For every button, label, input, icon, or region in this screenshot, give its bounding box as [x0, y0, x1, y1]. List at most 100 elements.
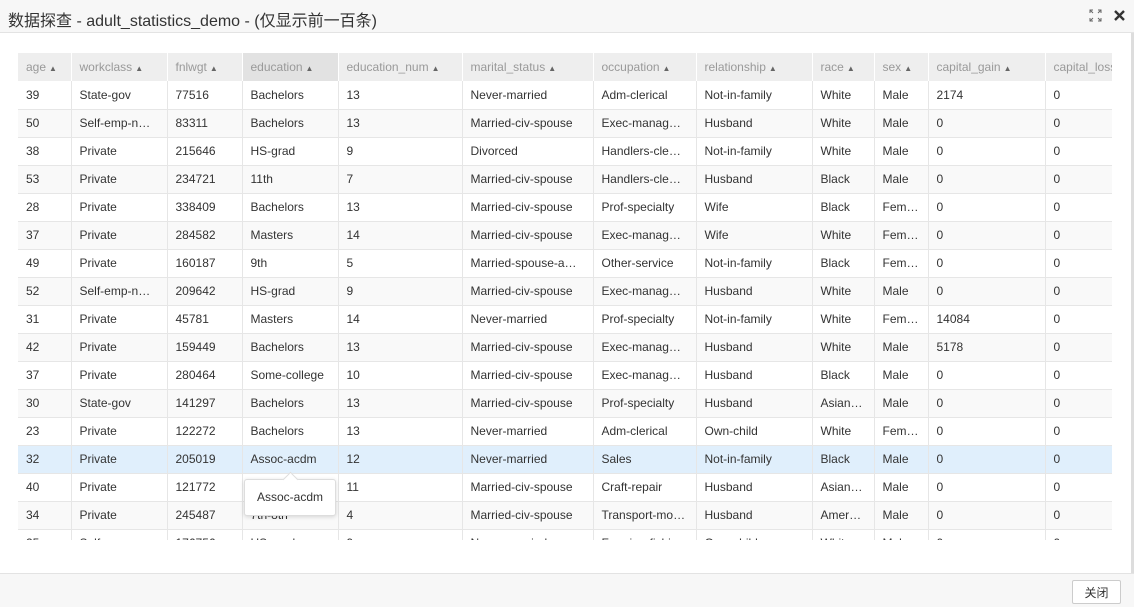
cell-workclass[interactable]: State-gov — [71, 81, 168, 110]
cell-fnlwgt[interactable]: 215646 — [167, 137, 243, 166]
cell-relationship[interactable]: Not-in-family — [696, 249, 813, 278]
cell-education-num[interactable]: 13 — [338, 81, 463, 110]
cell-sex[interactable]: Male — [874, 361, 929, 390]
cell-fnlwgt[interactable]: 280464 — [167, 361, 243, 390]
cell-education[interactable]: 11th — [242, 165, 339, 194]
cell-capital-loss[interactable]: 0 — [1045, 333, 1112, 362]
cell-capital-gain[interactable]: 2174 — [928, 81, 1046, 110]
cell-workclass[interactable]: Private — [71, 137, 168, 166]
cell-occupation[interactable]: Adm-clerical — [593, 81, 697, 110]
cell-marital-status[interactable]: Never-married — [462, 529, 594, 540]
cell-occupation[interactable]: Exec-manag… — [593, 333, 697, 362]
cell-relationship[interactable]: Husband — [696, 473, 813, 502]
cell-occupation[interactable]: Handlers-cle… — [593, 137, 697, 166]
cell-education-num[interactable]: 11 — [338, 473, 463, 502]
cell-marital-status[interactable]: Married-spouse-a… — [462, 249, 594, 278]
cell-workclass[interactable]: Private — [71, 305, 168, 334]
cell-relationship[interactable]: Own-child — [696, 529, 813, 540]
cell-marital-status[interactable]: Never-married — [462, 305, 594, 334]
cell-relationship[interactable]: Husband — [696, 389, 813, 418]
cell-occupation[interactable]: Prof-specialty — [593, 389, 697, 418]
cell-relationship[interactable]: Wife — [696, 221, 813, 250]
cell-capital-gain[interactable]: 0 — [928, 109, 1046, 138]
cell-occupation[interactable]: Transport-mo… — [593, 501, 697, 530]
cell-education[interactable]: Bachelors — [242, 81, 339, 110]
cell-education-num[interactable]: 12 — [338, 445, 463, 474]
cell-capital-gain[interactable]: 5178 — [928, 333, 1046, 362]
cell-education-num[interactable]: 10 — [338, 361, 463, 390]
cell-relationship[interactable]: Not-in-family — [696, 81, 813, 110]
cell-relationship[interactable]: Not-in-family — [696, 445, 813, 474]
cell-occupation[interactable]: Exec-manag… — [593, 361, 697, 390]
table-row[interactable]: 37 Private 280464 Some-college 10 Married-civ… — [18, 361, 1112, 390]
cell-capital-loss[interactable]: 0 — [1045, 221, 1112, 250]
cell-workclass[interactable]: Private — [71, 333, 168, 362]
cell-age[interactable]: 25 — [18, 529, 72, 540]
cell-age[interactable]: 37 — [18, 361, 72, 390]
cell-capital-loss[interactable]: 0 — [1045, 529, 1112, 540]
cell-occupation[interactable]: Prof-specialty — [593, 305, 697, 334]
cell-age[interactable]: 30 — [18, 389, 72, 418]
table-row[interactable]: 39 State-gov 77516 Bachelors 13 Never-married… — [18, 81, 1112, 110]
cell-occupation[interactable]: Handlers-cle… — [593, 165, 697, 194]
cell-education-num[interactable]: 14 — [338, 305, 463, 334]
cell-age[interactable]: 31 — [18, 305, 72, 334]
cell-fnlwgt[interactable]: 83311 — [167, 109, 243, 138]
cell-education-num[interactable]: 13 — [338, 417, 463, 446]
cell-capital-loss[interactable]: 0 — [1045, 361, 1112, 390]
table-row[interactable]: 37 Private 284582 Masters 14 Married-civ-spou… — [18, 221, 1112, 250]
cell-age[interactable]: 49 — [18, 249, 72, 278]
cell-sex[interactable]: Fem… — [874, 193, 929, 222]
cell-marital-status[interactable]: Never-married — [462, 417, 594, 446]
cell-relationship[interactable]: Wife — [696, 193, 813, 222]
cell-race[interactable]: Black — [812, 445, 875, 474]
table-row[interactable]: 28 Private 338409 Bachelors 13 Married-civ-sp… — [18, 193, 1112, 222]
cell-education-num[interactable]: 14 — [338, 221, 463, 250]
cell-fnlwgt[interactable]: 176756 — [167, 529, 243, 540]
close-icon[interactable] — [1112, 8, 1126, 22]
column-header-occupation[interactable]: occupation ▲ — [593, 53, 697, 81]
cell-capital-loss[interactable]: 0 — [1045, 501, 1112, 530]
cell-capital-gain[interactable]: 0 — [928, 221, 1046, 250]
cell-capital-gain[interactable]: 0 — [928, 417, 1046, 446]
cell-education[interactable]: Bachelors — [242, 333, 339, 362]
cell-education[interactable]: Bachelors — [242, 193, 339, 222]
cell-relationship[interactable]: Husband — [696, 333, 813, 362]
cell-sex[interactable]: Fem… — [874, 221, 929, 250]
cell-education[interactable]: Bachelors — [242, 417, 339, 446]
cell-capital-gain[interactable]: 0 — [928, 361, 1046, 390]
cell-sex[interactable]: Male — [874, 137, 929, 166]
cell-race[interactable]: White — [812, 137, 875, 166]
cell-education[interactable]: Some-college — [242, 361, 339, 390]
cell-workclass[interactable]: Private — [71, 473, 168, 502]
cell-education-num[interactable]: 7 — [338, 165, 463, 194]
cell-relationship[interactable]: Not-in-family — [696, 305, 813, 334]
cell-relationship[interactable]: Not-in-family — [696, 137, 813, 166]
cell-fnlwgt[interactable]: 141297 — [167, 389, 243, 418]
table-row[interactable]: 34Private2454877th-8th4Married-civ-spous… — [18, 501, 1112, 530]
cell-fnlwgt[interactable]: 160187 — [167, 249, 243, 278]
cell-capital-gain[interactable]: 0 — [928, 193, 1046, 222]
table-row[interactable]: 32 Private 205019 Assoc-acdm 12 Never-married… — [18, 445, 1112, 474]
cell-capital-loss[interactable]: 0 — [1045, 389, 1112, 418]
table-row[interactable]: 50 Self-emp-n… 83311 Bachelors 13 Married-civ… — [18, 109, 1112, 138]
cell-capital-gain[interactable]: 0 — [928, 137, 1046, 166]
cell-education[interactable]: Assoc-acdm — [242, 445, 339, 474]
cell-fnlwgt[interactable]: 45781 — [167, 305, 243, 334]
table-row[interactable]: 42 Private 159449 Bachelors 13 Married-civ-sp… — [18, 333, 1112, 362]
column-header-capital-gain[interactable]: capital_gain ▲ — [928, 53, 1046, 81]
sort-arrow-icon[interactable]: ▲ — [306, 64, 314, 73]
cell-age[interactable]: 50 — [18, 109, 72, 138]
cell-occupation[interactable]: Farming-fishing — [593, 529, 697, 540]
cell-sex[interactable]: Male — [874, 277, 929, 306]
table-row[interactable]: 25Self-emp-n…176756HS-grad9Never-married… — [18, 529, 1112, 540]
cell-age[interactable]: 28 — [18, 193, 72, 222]
cell-capital-gain[interactable]: 14084 — [928, 305, 1046, 334]
cell-capital-gain[interactable]: 0 — [928, 501, 1046, 530]
cell-capital-loss[interactable]: 0 — [1045, 109, 1112, 138]
sort-arrow-icon[interactable]: ▲ — [135, 64, 143, 73]
cell-workclass[interactable]: Self-emp-n… — [71, 529, 168, 540]
cell-capital-gain[interactable]: 0 — [928, 389, 1046, 418]
cell-capital-gain[interactable]: 0 — [928, 445, 1046, 474]
cell-age[interactable]: 40 — [18, 473, 72, 502]
